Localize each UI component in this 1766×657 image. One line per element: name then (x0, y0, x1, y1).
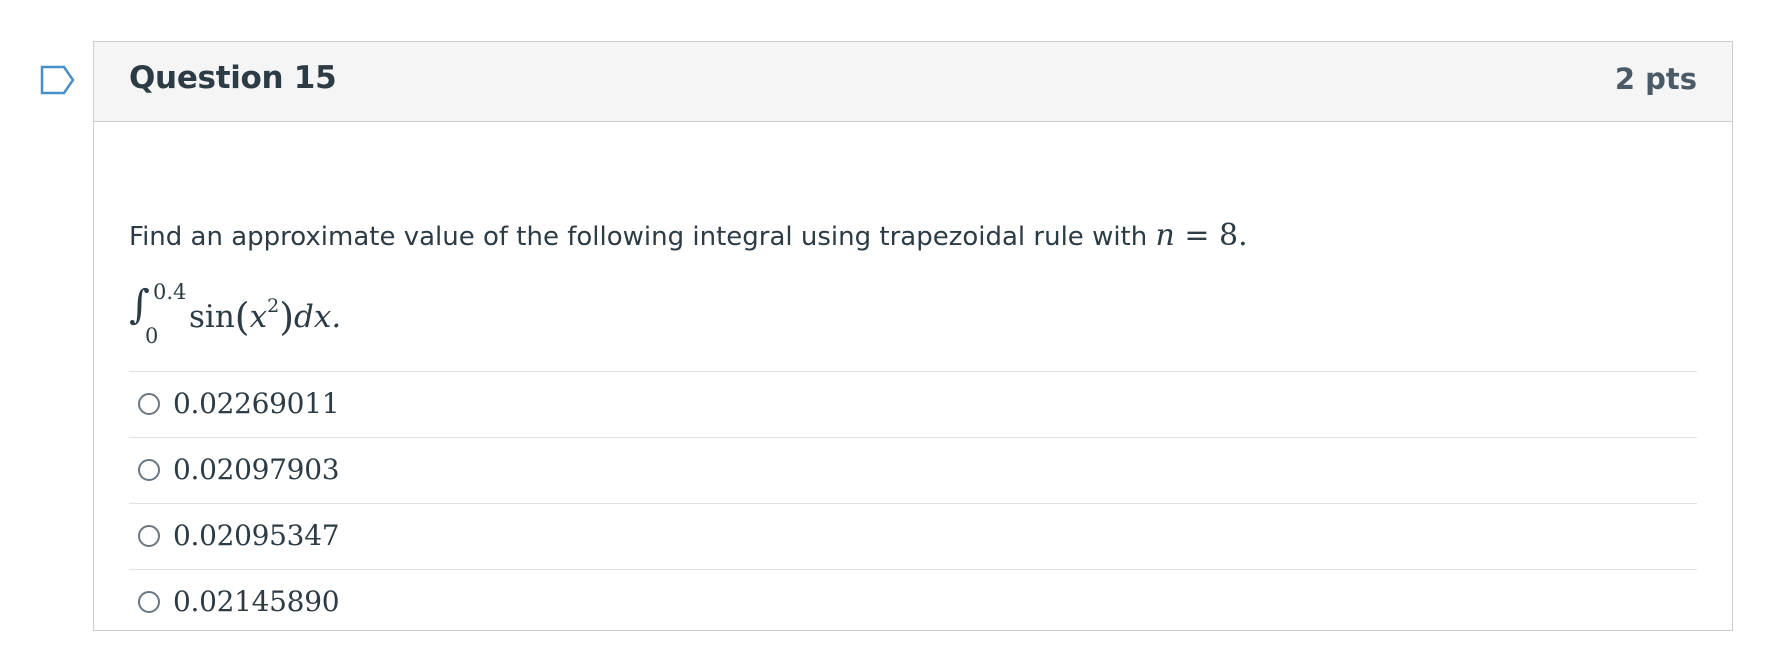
question-card: Question 15 2 pts Find an approximate va… (93, 41, 1733, 631)
integrand-exponent: 2 (267, 294, 280, 317)
answer-label[interactable]: 0.02095347 (173, 519, 340, 552)
integrand: sin(x2)dx. (189, 294, 342, 339)
answer-list: 0.02269011 0.02097903 0.02095347 0.02145… (129, 371, 1697, 635)
integral-sign-icon: ∫ (129, 282, 150, 328)
question-title: Question 15 (129, 60, 337, 96)
integral-lower-limit: 0 (145, 324, 159, 348)
prompt-text: Find an approximate value of the followi… (129, 222, 1156, 252)
answer-option[interactable]: 0.02269011 (129, 371, 1697, 437)
answer-label[interactable]: 0.02097903 (173, 453, 340, 486)
radio-unchecked-icon[interactable] (138, 591, 160, 613)
question-points: 2 pts (1614, 62, 1697, 96)
answer-option[interactable]: 0.02097903 (129, 437, 1697, 503)
radio-unchecked-icon[interactable] (138, 393, 160, 415)
integrand-function: sin (189, 299, 235, 335)
answer-option[interactable]: 0.02145890 (129, 569, 1697, 635)
answer-option[interactable]: 0.02095347 (129, 503, 1697, 569)
integral-expression: ∫ 0.4 0 sin(x2)dx. (129, 280, 529, 350)
question-header: Question 15 2 pts (94, 42, 1732, 122)
prompt-math-variable: n (1155, 218, 1175, 253)
answer-label[interactable]: 0.02269011 (173, 387, 340, 420)
radio-unchecked-icon[interactable] (138, 525, 160, 547)
radio-unchecked-icon[interactable] (138, 459, 160, 481)
prompt-math-equation: = 8. (1174, 218, 1248, 253)
flag-question-icon[interactable] (40, 65, 76, 95)
integrand-variable: x (249, 299, 268, 335)
integral-upper-limit: 0.4 (153, 280, 187, 304)
integral-differential: dx. (294, 299, 342, 335)
question-prompt: Find an approximate value of the followi… (129, 218, 1248, 253)
answer-label[interactable]: 0.02145890 (173, 585, 340, 618)
